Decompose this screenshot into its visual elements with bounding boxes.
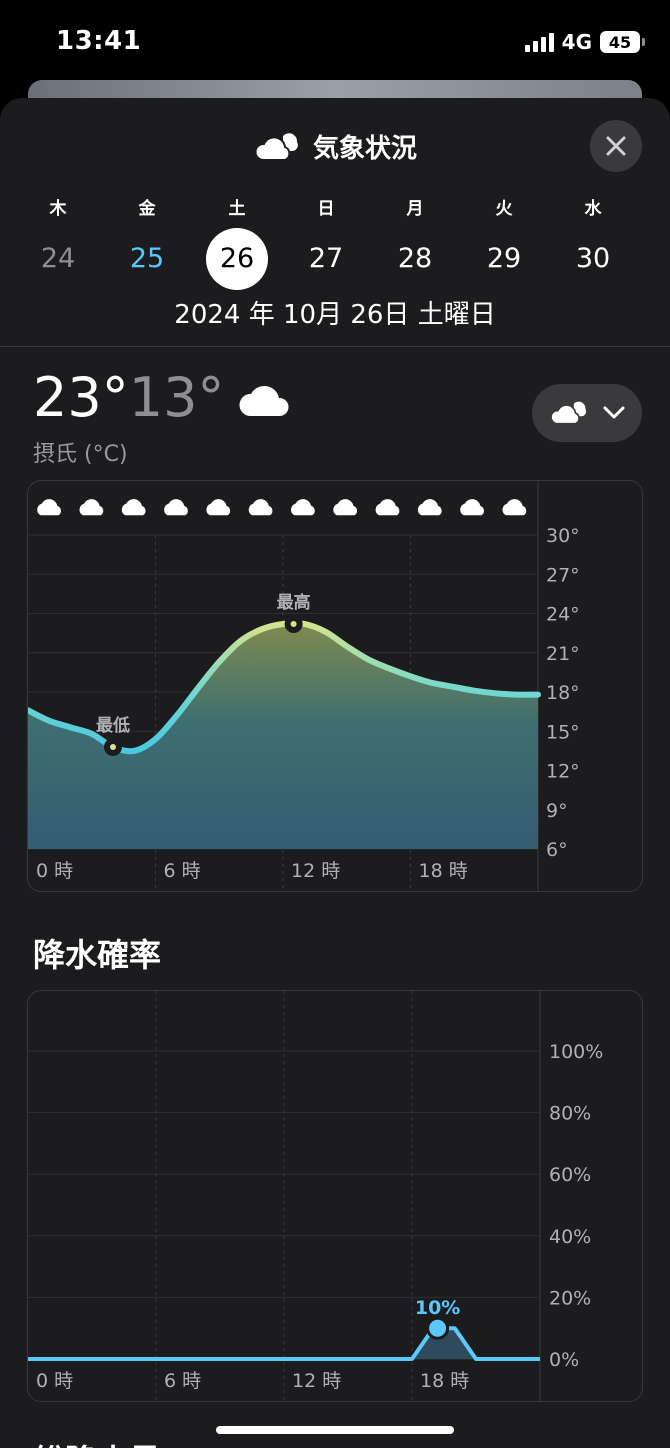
precipitation-peak-label: 10% [415,1297,460,1319]
cloud-icon [417,499,442,516]
min-label: 最低 [96,715,130,736]
precipitation-chart: 10% 100% 80% 60% 40% 20% 0% 0 時 6 時 12 時 18 時 [28,991,603,1401]
y-tick-label: 9° [546,800,568,822]
cloud-icon [79,499,104,516]
weekday-label: 水 [584,199,602,219]
cloud-icon [248,499,273,516]
weather-sheet: 気象状況 木 金 土 日 月 火 水 24 25 26 27 28 29 30 2024 年 10月 2… [0,98,670,1448]
battery-icon: 45 [600,31,645,53]
high-temperature: 23° [33,366,129,429]
status-time: 13:41 [56,26,142,56]
signal-icon [524,32,554,52]
weekday-label: 日 [317,199,335,219]
cloud-icon [333,499,358,516]
date-27[interactable]: 27 [295,228,357,290]
battery-level: 45 [608,32,632,52]
y-tick-label: 80% [549,1103,591,1125]
cloud-icon [121,499,146,516]
network-type: 4G [561,30,592,54]
y-tick-label: 40% [549,1226,591,1248]
close-button[interactable] [590,120,642,172]
cloud-icon [460,499,484,516]
weekday-label: 木 [49,199,67,219]
y-tick-label: 30° [546,525,580,547]
cloud-icon [37,499,61,516]
cloud-icon [502,499,527,516]
date-30[interactable]: 30 [562,228,624,290]
cloud-icon [550,401,587,425]
status-indicators: 4G 45 [524,30,645,54]
temperature-chart-card: 最低 最高 30° 27° 24° 21° 18° 15° 12° 9° 6° 0 時 6 時 12 時 1… [27,480,643,892]
weekday-row: 木金土日月火水 [0,194,670,219]
max-label: 最高 [277,592,311,613]
date-28[interactable]: 28 [384,228,446,290]
date-24[interactable]: 24 [27,228,89,290]
low-temperature: 13° [128,366,225,429]
divider [0,346,670,347]
date-26[interactable]: 26 [206,228,268,290]
weekday-label: 金 [138,199,156,219]
x-tick-label: 12 時 [292,1370,341,1392]
sheet-header: 気象状況 [0,128,670,165]
selected-date: 2024 年 10月 26日 土曜日 [174,300,496,330]
x-tick-label: 18 時 [419,860,468,882]
temperature-chart: 最低 最高 30° 27° 24° 21° 18° 15° 12° 9° 6° 0 時 6 時 12 時 1… [28,481,580,891]
y-tick-label: 60% [549,1164,591,1186]
weekday-label: 土 [228,199,246,219]
min-point-dot [110,743,116,750]
weekday-label: 月 [406,199,424,219]
x-tick-label: 18 時 [420,1370,469,1392]
total-precipitation-title: 総降水量 [33,1436,161,1448]
cloud-icon [254,132,298,161]
y-tick-label: 21° [546,643,580,665]
chevron-down-icon [603,406,625,419]
x-tick-label: 12 時 [291,860,340,882]
x-tick-label: 6 時 [164,860,201,882]
date-25[interactable]: 25 [116,228,178,290]
y-tick-label: 24° [546,604,580,626]
status-bar: 13:41 4G 45 [0,0,670,80]
date-strip: 24 25 26 27 28 29 30 [0,228,670,290]
close-icon [606,136,626,156]
x-tick-label: 0 時 [36,1370,73,1392]
x-tick-label: 6 時 [164,1370,201,1392]
cloud-icon [206,499,231,516]
y-tick-label: 6° [546,839,568,861]
unit-label: 摂氏 (°C) [33,442,128,467]
y-tick-label: 12° [546,761,580,783]
y-tick-label: 15° [546,721,580,743]
weekday-label: 火 [495,199,513,219]
y-tick-label: 0% [549,1349,579,1371]
y-tick-label: 20% [549,1287,591,1309]
sheet-title: 気象状況 [312,134,417,164]
y-tick-label: 27° [546,564,580,586]
precipitation-title: 降水確率 [33,936,162,974]
cloud-icon [164,499,188,516]
temperature-area [28,623,538,849]
x-tick-label: 0 時 [36,860,73,882]
cloud-icon [375,499,400,516]
precipitation-peak-point [426,1316,450,1340]
y-tick-label: 100% [549,1041,603,1063]
cloud-icon [239,385,289,416]
home-indicator [216,1426,454,1434]
precipitation-chart-card: 10% 100% 80% 60% 40% 20% 0% 0 時 6 時 12 時 18 時 [27,990,643,1402]
condition-picker-button[interactable] [532,384,642,442]
y-tick-label: 18° [546,682,580,704]
max-point-dot [290,620,297,627]
temperature-summary: 23° 13° [33,366,296,429]
date-29[interactable]: 29 [473,228,535,290]
cloud-icon [291,499,315,516]
